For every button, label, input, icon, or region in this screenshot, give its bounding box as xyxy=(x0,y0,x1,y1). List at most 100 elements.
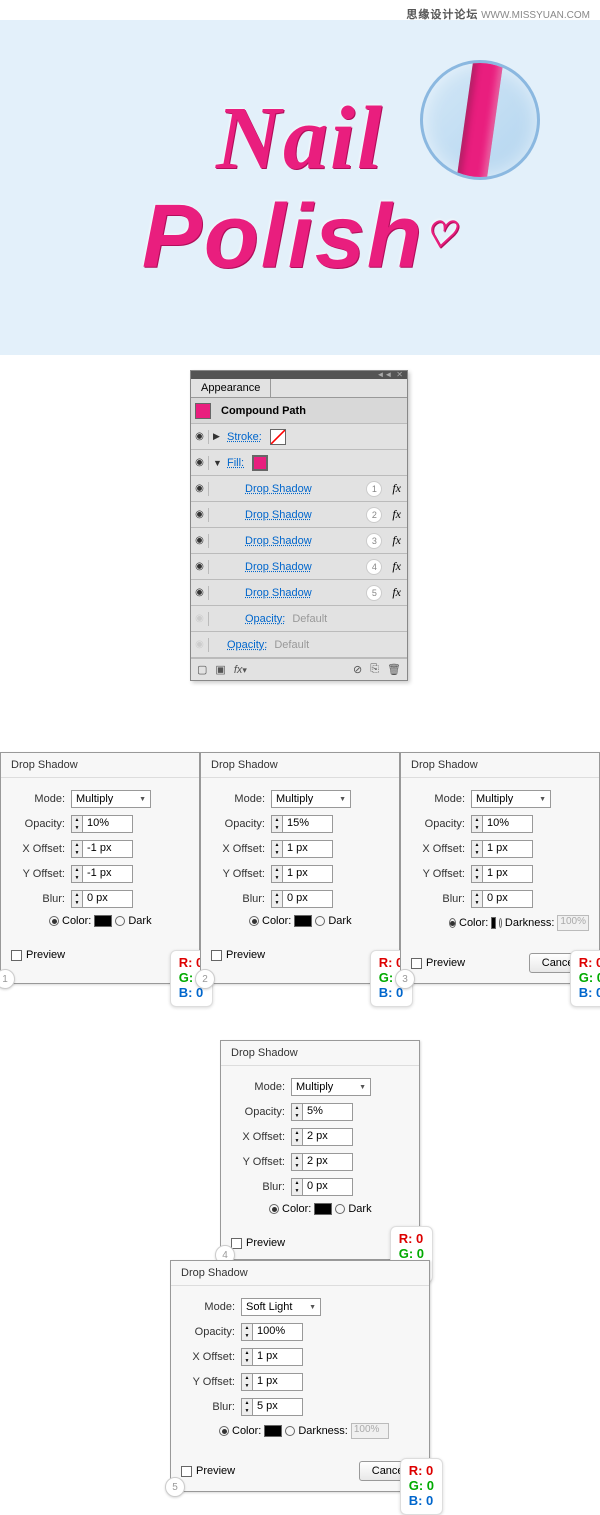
stepper-buttons[interactable]: ▲▼ xyxy=(471,815,483,833)
stepper-buttons[interactable]: ▲▼ xyxy=(271,815,283,833)
visibility-icon[interactable]: ◉ xyxy=(195,508,209,522)
fx-menu-icon[interactable]: fx▾ xyxy=(234,664,247,676)
blur-input-stepper[interactable]: ▲▼0 px xyxy=(71,890,133,908)
blur-input-stepper[interactable]: ▲▼0 px xyxy=(471,890,533,908)
yoffset-input-stepper[interactable]: ▲▼2 px xyxy=(291,1153,353,1171)
stepper-buttons[interactable]: ▲▼ xyxy=(71,815,83,833)
opacity-input[interactable]: 15% xyxy=(283,815,333,833)
stepper-buttons[interactable]: ▲▼ xyxy=(271,890,283,908)
effect-label[interactable]: Drop Shadow xyxy=(245,509,312,521)
xoffset-input-stepper[interactable]: ▲▼2 px xyxy=(291,1128,353,1146)
preview-checkbox[interactable] xyxy=(411,958,422,969)
stepper-buttons[interactable]: ▲▼ xyxy=(241,1348,253,1366)
stepper-buttons[interactable]: ▲▼ xyxy=(471,890,483,908)
inner-opacity-row[interactable]: ◉ Opacity: Default xyxy=(191,606,407,632)
darkness-radio[interactable] xyxy=(285,1426,295,1436)
blur-input[interactable]: 5 px xyxy=(253,1398,303,1416)
stepper-buttons[interactable]: ▲▼ xyxy=(471,865,483,883)
visibility-icon[interactable]: ◉ xyxy=(195,586,209,600)
effect-label[interactable]: Drop Shadow xyxy=(245,535,312,547)
stepper-buttons[interactable]: ▲▼ xyxy=(471,840,483,858)
color-radio[interactable] xyxy=(249,916,259,926)
blur-input[interactable]: 0 px xyxy=(303,1178,353,1196)
xoffset-input-stepper[interactable]: ▲▼1 px xyxy=(271,840,333,858)
fx-icon[interactable]: fx xyxy=(392,481,401,496)
panel-collapse-icon[interactable]: ◄◄ xyxy=(376,371,392,379)
stepper-buttons[interactable]: ▲▼ xyxy=(71,890,83,908)
fx-icon[interactable]: fx xyxy=(392,585,401,600)
blur-input[interactable]: 0 px xyxy=(83,890,133,908)
collapse-icon[interactable]: ▼ xyxy=(213,458,223,468)
blur-input-stepper[interactable]: ▲▼5 px xyxy=(241,1398,303,1416)
stepper-buttons[interactable]: ▲▼ xyxy=(71,865,83,883)
color-radio[interactable] xyxy=(269,1204,279,1214)
opacity-input[interactable]: 10% xyxy=(483,815,533,833)
color-swatch[interactable] xyxy=(264,1425,282,1437)
visibility-icon[interactable]: ◉ xyxy=(195,534,209,548)
fx-icon[interactable]: fx xyxy=(392,559,401,574)
darkness-radio[interactable] xyxy=(499,918,502,928)
fx-icon[interactable]: fx xyxy=(392,507,401,522)
opacity-input-stepper[interactable]: ▲▼10% xyxy=(71,815,133,833)
blur-input-stepper[interactable]: ▲▼0 px xyxy=(291,1178,353,1196)
yoffset-input[interactable]: 2 px xyxy=(303,1153,353,1171)
xoffset-input[interactable]: 1 px xyxy=(283,840,333,858)
stepper-buttons[interactable]: ▲▼ xyxy=(291,1103,303,1121)
effect-row[interactable]: ◉Drop Shadow2fx xyxy=(191,502,407,528)
fx-icon[interactable]: fx xyxy=(392,533,401,548)
preview-checkbox[interactable] xyxy=(231,1238,242,1249)
mode-select[interactable]: Multiply xyxy=(271,790,351,808)
stroke-swatch-icon[interactable] xyxy=(270,429,286,445)
darkness-radio[interactable] xyxy=(115,916,125,926)
new-fill-icon[interactable]: ▣ xyxy=(215,663,225,676)
yoffset-input[interactable]: 1 px xyxy=(283,865,333,883)
stroke-label[interactable]: Stroke: xyxy=(227,431,262,443)
effect-row[interactable]: ◉Drop Shadow4fx xyxy=(191,554,407,580)
blur-input-stepper[interactable]: ▲▼0 px xyxy=(271,890,333,908)
stepper-buttons[interactable]: ▲▼ xyxy=(71,840,83,858)
duplicate-icon[interactable]: ⎘ xyxy=(370,663,379,676)
stepper-buttons[interactable]: ▲▼ xyxy=(241,1373,253,1391)
visibility-icon[interactable]: ◉ xyxy=(195,456,209,470)
trash-icon[interactable]: 🗑 xyxy=(387,663,401,676)
preview-checkbox[interactable] xyxy=(11,950,22,961)
stepper-buttons[interactable]: ▲▼ xyxy=(241,1398,253,1416)
opacity-input[interactable]: 100% xyxy=(253,1323,303,1341)
yoffset-input[interactable]: -1 px xyxy=(83,865,133,883)
color-radio[interactable] xyxy=(219,1426,229,1436)
xoffset-input-stepper[interactable]: ▲▼1 px xyxy=(471,840,533,858)
stepper-buttons[interactable]: ▲▼ xyxy=(291,1128,303,1146)
clear-icon[interactable]: ⊘ xyxy=(353,663,362,676)
yoffset-input-stepper[interactable]: ▲▼1 px xyxy=(241,1373,303,1391)
panel-close-icon[interactable]: ✕ xyxy=(396,371,403,379)
expand-icon[interactable]: ▶ xyxy=(213,431,223,442)
outer-opacity-row[interactable]: ◉ Opacity: Default xyxy=(191,632,407,658)
opacity-label[interactable]: Opacity: xyxy=(227,639,267,651)
opacity-input-stepper[interactable]: ▲▼15% xyxy=(271,815,333,833)
effect-label[interactable]: Drop Shadow xyxy=(245,483,312,495)
opacity-input[interactable]: 10% xyxy=(83,815,133,833)
preview-checkbox[interactable] xyxy=(211,950,222,961)
effect-label[interactable]: Drop Shadow xyxy=(245,561,312,573)
opacity-label[interactable]: Opacity: xyxy=(245,613,285,625)
effect-row[interactable]: ◉Drop Shadow5fx xyxy=(191,580,407,606)
yoffset-input-stepper[interactable]: ▲▼1 px xyxy=(271,865,333,883)
appearance-tab[interactable]: Appearance xyxy=(191,379,271,397)
blur-input[interactable]: 0 px xyxy=(483,890,533,908)
visibility-icon[interactable]: ◉ xyxy=(195,430,209,444)
visibility-icon[interactable]: ◉ xyxy=(195,560,209,574)
mode-select[interactable]: Soft Light xyxy=(241,1298,321,1316)
xoffset-input[interactable]: 2 px xyxy=(303,1128,353,1146)
darkness-radio[interactable] xyxy=(335,1204,345,1214)
preview-checkbox[interactable] xyxy=(181,1466,192,1477)
stepper-buttons[interactable]: ▲▼ xyxy=(271,840,283,858)
opacity-input-stepper[interactable]: ▲▼5% xyxy=(291,1103,353,1121)
yoffset-input[interactable]: 1 px xyxy=(253,1373,303,1391)
xoffset-input[interactable]: 1 px xyxy=(253,1348,303,1366)
yoffset-input[interactable]: 1 px xyxy=(483,865,533,883)
xoffset-input[interactable]: -1 px xyxy=(83,840,133,858)
effect-row[interactable]: ◉Drop Shadow3fx xyxy=(191,528,407,554)
mode-select[interactable]: Multiply xyxy=(471,790,551,808)
fill-swatch-icon[interactable] xyxy=(252,455,268,471)
fill-label[interactable]: Fill: xyxy=(227,457,244,469)
